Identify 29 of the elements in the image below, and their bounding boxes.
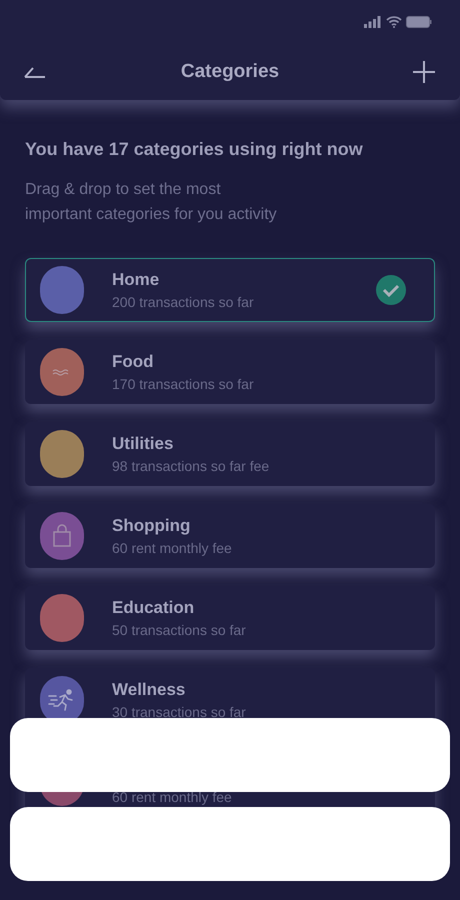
category-name: Utilities	[112, 432, 174, 455]
category-card[interactable]: Food 170 transactions so far	[25, 340, 435, 404]
category-card[interactable]: Home 200 transactions so far	[25, 258, 435, 322]
category-card[interactable]: Utilities 98 transactions so far fee	[25, 422, 435, 486]
category-name: Home	[112, 268, 160, 291]
signal-icon	[364, 16, 382, 28]
battery-icon	[406, 16, 432, 28]
plus-icon	[412, 61, 435, 83]
instruction-text: Drag & drop to set the most important categories for you activity	[25, 180, 278, 225]
category-card[interactable]: Shopping 60 rent monthly fee	[25, 504, 435, 568]
category-name: Food	[112, 350, 155, 373]
category-subtitle: 60 rent monthly fee	[112, 539, 233, 558]
check-icon	[376, 275, 406, 305]
category-subtitle: 98 transactions so far fee	[112, 457, 270, 476]
add-button[interactable]	[412, 60, 436, 84]
category-name: Wellness	[112, 678, 186, 701]
category-name: Education	[112, 596, 196, 619]
category-name: Shopping	[112, 514, 192, 537]
category-subtitle: 50 transactions so far	[112, 621, 247, 640]
category-subtitle: 60 rent monthly fee	[112, 788, 233, 807]
categories-count-heading: You have 17 categories using right now	[25, 138, 364, 161]
category-card[interactable]: Education 50 transactions so far	[25, 586, 435, 650]
page-title: Categories	[180, 60, 280, 84]
category-subtitle: 30 transactions so far	[112, 703, 247, 722]
shopping-bag-icon	[52, 524, 72, 548]
category-subtitle: 200 transactions so far	[112, 293, 255, 312]
back-arrow-icon	[24, 66, 46, 78]
category-subtitle: 170 transactions so far	[112, 375, 255, 394]
wifi-icon	[386, 16, 402, 28]
